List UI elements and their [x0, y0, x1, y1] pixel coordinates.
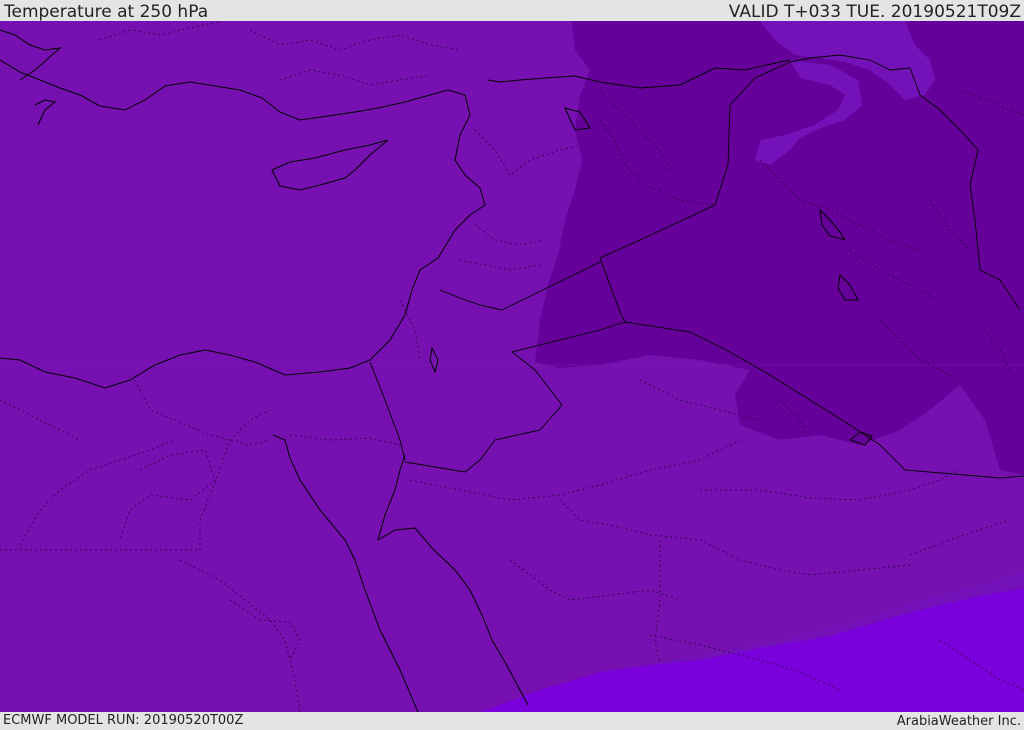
- map-title: Temperature at 250 hPa: [4, 2, 209, 22]
- footer-bar: ECMWF MODEL RUN: 20190520T00Z ArabiaWeat…: [0, 712, 1024, 729]
- model-run-label: ECMWF MODEL RUN: 20190520T00Z: [3, 713, 244, 728]
- map-canvas: [0, 21, 1024, 712]
- header-bar: Temperature at 250 hPa VALID T+033 TUE. …: [0, 0, 1024, 22]
- credit-label: ArabiaWeather Inc.: [896, 714, 1021, 729]
- valid-time-label: VALID T+033 TUE. 20190521T09Z: [728, 2, 1021, 22]
- temperature-map[interactable]: [0, 21, 1024, 712]
